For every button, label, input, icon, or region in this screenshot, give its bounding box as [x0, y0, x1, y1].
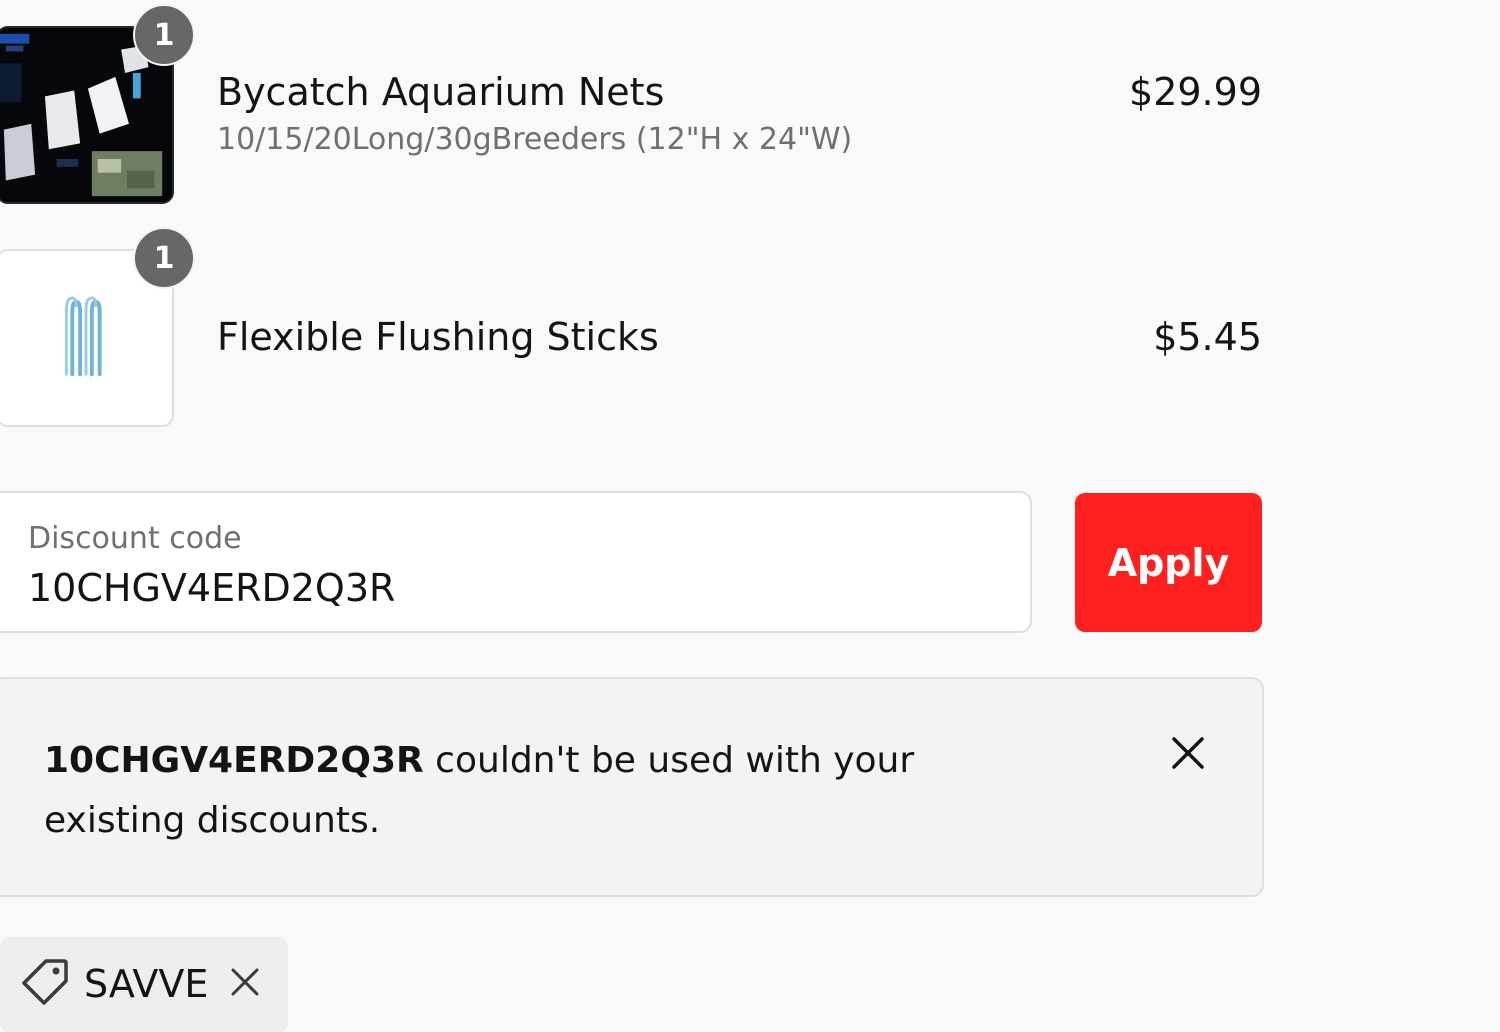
- item-title: Flexible Flushing Sticks: [217, 315, 659, 359]
- discount-code-value[interactable]: 10CHGV4ERD2Q3R: [28, 563, 395, 613]
- item-details: Bycatch Aquarium Nets 10/15/20Long/30gBr…: [217, 66, 1002, 162]
- tag-icon: [22, 959, 68, 1005]
- item-price: $5.45: [1153, 315, 1262, 359]
- close-icon[interactable]: [1162, 727, 1214, 779]
- item-variant: 10/15/20Long/30gBreeders (12"H x 24"W): [217, 122, 853, 157]
- item-title: Bycatch Aquarium Nets: [217, 70, 665, 114]
- line-item: 1 Bycatch Aquarium Nets 10/15/20Long/30g…: [0, 4, 1262, 204]
- applied-discount-tag: SAVVE: [0, 937, 288, 1032]
- error-code: 10CHGV4ERD2Q3R: [44, 740, 424, 781]
- error-message: 10CHGV4ERD2Q3R couldn't be used with you…: [44, 731, 1054, 851]
- item-price: $29.99: [1129, 70, 1262, 114]
- remove-discount-icon[interactable]: [224, 961, 266, 1003]
- applied-discount-code: SAVVE: [84, 962, 209, 1006]
- quantity-badge: 1: [133, 4, 195, 66]
- close-icon: [231, 968, 259, 996]
- quantity-badge: 1: [133, 227, 195, 289]
- discount-code-form: Discount code 10CHGV4ERD2Q3R Apply: [0, 491, 1262, 633]
- discount-code-input[interactable]: Discount code 10CHGV4ERD2Q3R: [0, 491, 1032, 633]
- discount-error-banner: 10CHGV4ERD2Q3R couldn't be used with you…: [0, 677, 1264, 897]
- apply-button[interactable]: Apply: [1075, 493, 1262, 632]
- item-details: Flexible Flushing Sticks: [217, 311, 1002, 363]
- discount-code-label: Discount code: [28, 521, 242, 556]
- line-item: 1 Flexible Flushing Sticks $5.45: [0, 227, 1262, 429]
- close-icon-glyph: [1172, 737, 1204, 769]
